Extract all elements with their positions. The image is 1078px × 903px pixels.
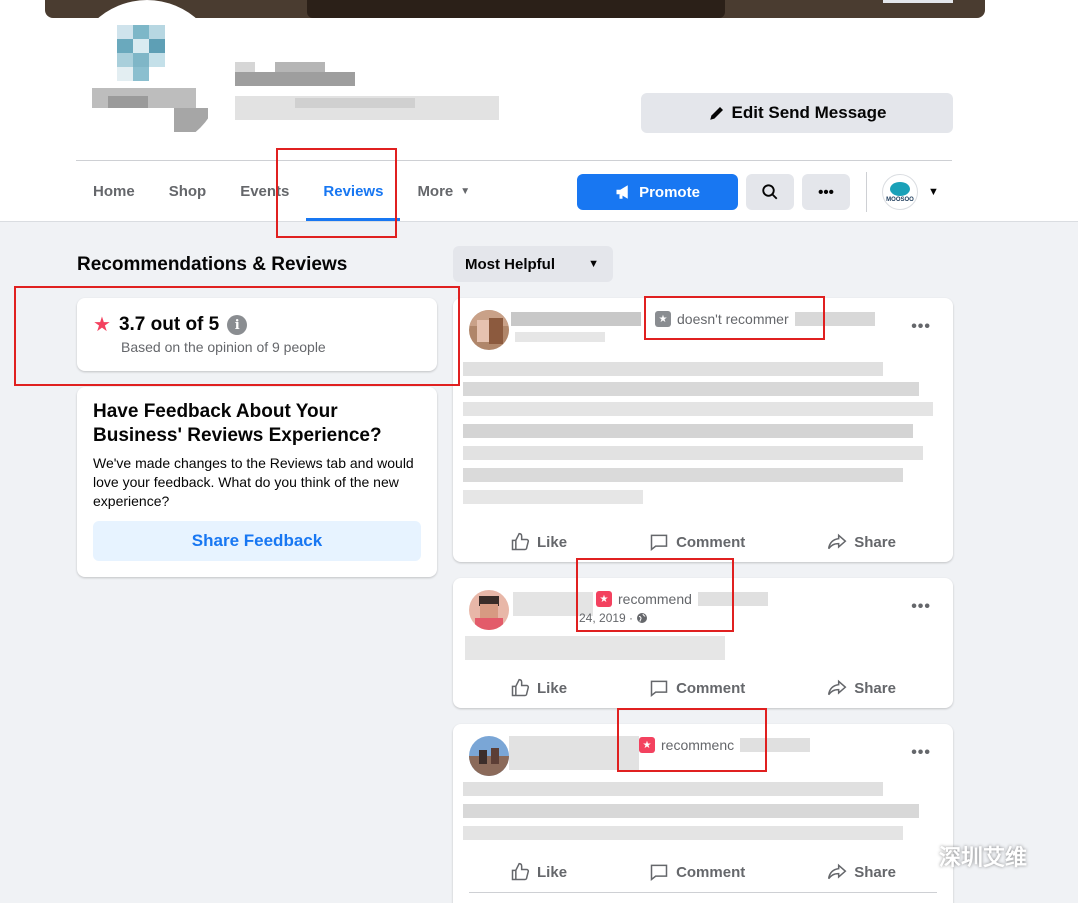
thumbs-up-icon <box>511 862 530 881</box>
search-button[interactable] <box>746 174 794 210</box>
like-button[interactable]: Like <box>510 526 567 558</box>
share-button[interactable]: Share <box>827 672 896 704</box>
like-button[interactable]: Like <box>510 856 567 888</box>
caret-down-icon: ▼ <box>588 258 599 270</box>
tab-shop[interactable]: Shop <box>152 161 224 221</box>
review-text-blurred <box>465 636 725 660</box>
promote-button[interactable]: Promote <box>577 174 738 210</box>
review-date-blurred <box>515 332 605 342</box>
reviewer-name-blurred <box>509 736 639 770</box>
account-avatar: MOOSOO <box>882 174 918 210</box>
review-card: ★ doesn't recommer ••• Like Comment Shar… <box>453 298 953 562</box>
recommendation-text: doesn't recommer <box>677 311 789 327</box>
recommendation-text: recommend <box>618 591 692 607</box>
caret-down-icon: ▼ <box>928 186 939 198</box>
recommendation-line: ★ recommenc <box>639 737 811 753</box>
review-actions: Like Comment Share <box>469 526 937 558</box>
page-tabs: Home Shop Events Reviews More ▼ <box>76 161 487 221</box>
thumbs-up-icon <box>511 678 530 697</box>
review-date: 24, 2019 · <box>579 611 648 625</box>
share-icon <box>828 679 847 696</box>
comment-icon <box>650 534 668 552</box>
recommend-icon: ★ <box>596 591 612 607</box>
megaphone-icon <box>616 185 628 199</box>
account-switcher[interactable]: MOOSOO ▼ <box>882 173 942 211</box>
review-actions: Like Comment Share <box>469 672 937 704</box>
recommend-icon: ★ <box>639 737 655 753</box>
review-actions: Like Comment Share <box>469 856 937 888</box>
share-button[interactable]: Share <box>827 856 896 888</box>
logo-mark-icon <box>890 181 910 196</box>
ellipsis-icon[interactable]: ••• <box>911 598 931 616</box>
recommendation-line: ★ doesn't recommer <box>655 311 875 327</box>
more-options-button[interactable]: ••• <box>802 174 850 210</box>
share-feedback-button[interactable]: Share Feedback <box>93 521 421 561</box>
review-divider <box>469 892 937 893</box>
not-recommend-icon: ★ <box>655 311 671 327</box>
account-logo-text: MOOSOO <box>886 196 914 203</box>
profile-picture[interactable] <box>72 0 222 150</box>
tab-reviews[interactable]: Reviews <box>306 161 401 221</box>
review-card: ★ recommenc ••• Like Comment Share <box>453 724 953 903</box>
like-button[interactable]: Like <box>510 672 567 704</box>
edit-send-message-label: Edit Send Message <box>731 103 887 122</box>
feedback-text: We've made changes to the Reviews tab an… <box>93 455 414 509</box>
star-icon: ★ <box>93 314 111 336</box>
ellipsis-icon[interactable]: ••• <box>911 744 931 762</box>
recommendation-text: recommenc <box>661 737 735 753</box>
section-title: Recommendations & Reviews <box>77 254 348 275</box>
rating-subtitle: Based on the opinion of 9 people <box>121 339 326 355</box>
sort-dropdown[interactable]: Most Helpful ▼ <box>453 246 613 282</box>
reviewer-avatar[interactable] <box>469 590 509 630</box>
tab-home[interactable]: Home <box>76 161 152 221</box>
rating-summary-card: ★ 3.7 out of 5 i Based on the opinion of… <box>77 298 437 371</box>
watermark-text: 深圳艾维 <box>939 845 1028 870</box>
reviewer-name-blurred <box>511 312 641 326</box>
reviewer-avatar[interactable] <box>469 736 509 776</box>
recommendation-line: ★ recommend <box>596 591 768 607</box>
comment-button[interactable]: Comment <box>649 526 745 558</box>
thumbs-up-icon <box>511 532 530 551</box>
share-icon <box>828 863 847 880</box>
feedback-title: Have Feedback About Your Business' Revie… <box>93 401 382 446</box>
comment-button[interactable]: Comment <box>649 856 745 888</box>
pencil-icon <box>709 107 723 120</box>
edit-send-message-button[interactable]: Edit Send Message <box>641 93 953 133</box>
share-icon <box>828 533 847 550</box>
toolbar-separator <box>866 172 867 212</box>
tab-more[interactable]: More ▼ <box>400 161 487 221</box>
info-icon[interactable]: i <box>227 315 248 335</box>
reviewer-avatar[interactable] <box>469 310 509 350</box>
search-icon <box>762 184 778 200</box>
feedback-card: Have Feedback About Your Business' Revie… <box>77 387 437 577</box>
globe-icon <box>637 613 648 623</box>
caret-down-icon: ▼ <box>460 185 471 197</box>
comment-icon <box>650 680 668 698</box>
review-text-blurred <box>463 782 933 848</box>
promote-label: Promote <box>639 183 700 201</box>
ellipsis-icon: ••• <box>818 183 834 201</box>
share-button[interactable]: Share <box>827 526 896 558</box>
review-card: ★ recommend 24, 2019 · ••• Like Comment … <box>453 578 953 708</box>
comment-icon <box>650 864 668 882</box>
comment-button[interactable]: Comment <box>649 672 745 704</box>
rating-value: 3.7 out of 5 <box>118 314 220 335</box>
wechat-icon <box>893 841 930 869</box>
watermark: 深圳艾维 <box>893 840 1027 872</box>
ellipsis-icon[interactable]: ••• <box>911 318 931 336</box>
review-text-blurred <box>463 362 933 508</box>
sort-selected-label: Most Helpful <box>465 255 555 273</box>
tab-events[interactable]: Events <box>223 161 306 221</box>
